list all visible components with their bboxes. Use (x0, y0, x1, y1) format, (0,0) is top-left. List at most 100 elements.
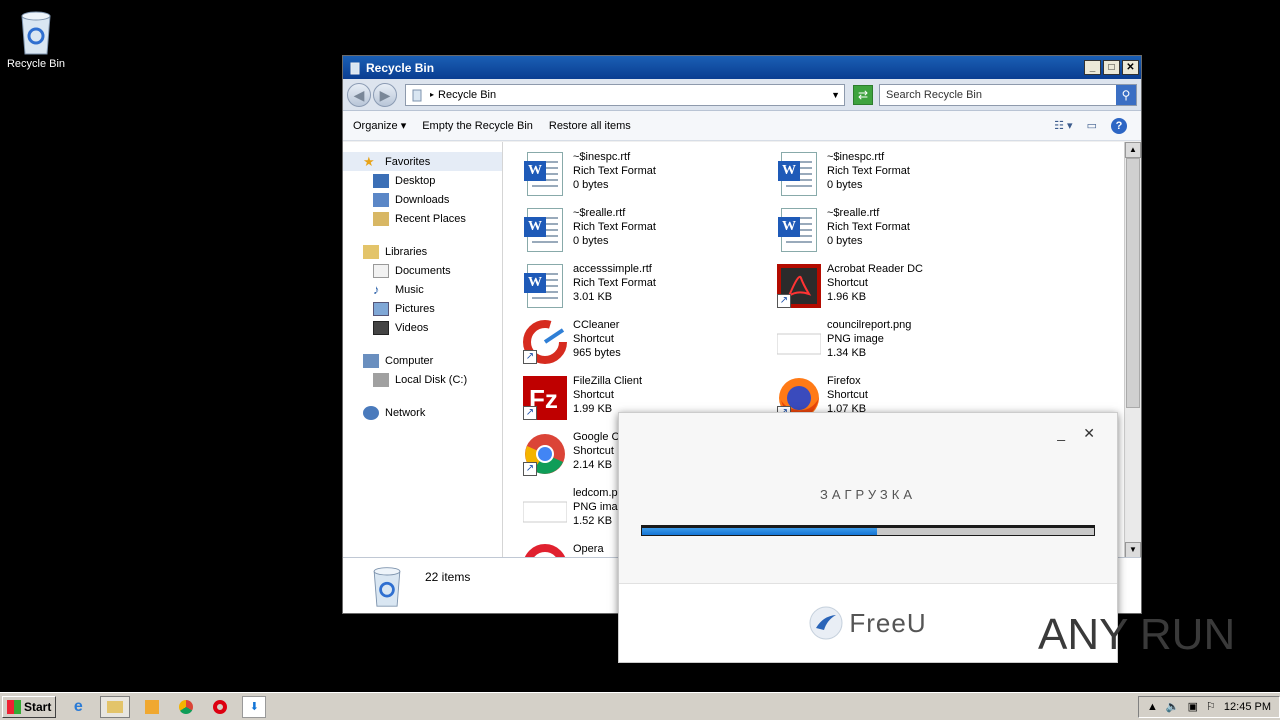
scroll-thumb[interactable] (1126, 158, 1140, 408)
clock[interactable]: 12:45 PM (1224, 701, 1271, 713)
nav-desktop[interactable]: Desktop (343, 171, 502, 190)
brand-name: FreeU (849, 607, 927, 638)
navigation-pane: ★ Favorites Desktop Downloads Recent Pla… (343, 142, 503, 558)
refresh-button[interactable]: ⇄ (853, 84, 873, 105)
command-bar: Organize ▾ Empty the Recycle Bin Restore… (343, 111, 1141, 141)
chrome-taskbar-icon[interactable] (174, 696, 198, 718)
volume-icon[interactable]: 🔈 (1166, 700, 1180, 713)
start-button[interactable]: Start (2, 695, 57, 718)
item-count: 22 items (425, 570, 471, 584)
libraries-icon (363, 244, 379, 259)
file-item[interactable]: W ~$realle.rtf Rich Text Format 0 bytes (521, 206, 771, 258)
popup-close-button[interactable]: ✕ (1083, 425, 1095, 442)
shortcut-arrow-icon: ↗ (523, 462, 537, 476)
word-icon: W (778, 208, 817, 252)
hard-disk-icon (373, 372, 389, 387)
minimize-button[interactable]: _ (1084, 60, 1101, 75)
anyrun-watermark: ANY RUN (1038, 610, 1235, 660)
internet-explorer-icon[interactable]: e (66, 696, 90, 718)
title-bar[interactable]: Recycle Bin _ □ ✕ (343, 56, 1141, 79)
nav-downloads[interactable]: Downloads (343, 190, 502, 209)
progress-bar (641, 525, 1095, 536)
file-item[interactable]: W ~$inespc.rtf Rich Text Format 0 bytes (521, 150, 771, 202)
file-item[interactable]: councilreport.png PNG image 1.34 KB (775, 318, 1025, 370)
file-item[interactable]: W ~$realle.rtf Rich Text Format 0 bytes (775, 206, 1025, 258)
windows-logo-icon (7, 699, 21, 714)
nav-libraries[interactable]: Libraries (343, 242, 502, 261)
scroll-up-icon[interactable]: ▲ (1125, 142, 1141, 158)
file-item[interactable]: ↗ CCleaner Shortcut 965 bytes (521, 318, 771, 370)
maximize-button[interactable]: □ (1103, 60, 1120, 75)
file-item[interactable]: ↗ Acrobat Reader DC Shortcut 1.96 KB (775, 262, 1025, 314)
preview-pane-icon[interactable]: ▭ (1087, 119, 1097, 132)
recycle-bin-large-icon (373, 567, 401, 607)
window-title: Recycle Bin (366, 60, 435, 75)
breadcrumb[interactable]: Recycle Bin (438, 89, 831, 101)
back-button[interactable]: ◀ (347, 82, 371, 107)
loading-title: ЗАГРУЗКА (819, 487, 917, 502)
popup-minimize-button[interactable]: _ (1057, 425, 1065, 441)
shortcut-arrow-icon: ↗ (777, 294, 791, 308)
nav-local-disk[interactable]: Local Disk (C:) (343, 370, 502, 389)
network-tray-icon[interactable]: ▣ (1188, 700, 1198, 713)
opera-icon (524, 544, 566, 558)
recycle-bin-icon (21, 11, 51, 55)
pictures-icon (373, 301, 389, 316)
nav-recent-places[interactable]: Recent Places (343, 209, 502, 228)
star-icon: ★ (363, 153, 375, 169)
music-icon: ♪ (373, 281, 380, 297)
address-bar[interactable]: ▸ Recycle Bin ▼ (405, 83, 845, 106)
videos-icon (373, 320, 389, 335)
explorer-taskbar-icon[interactable] (100, 695, 131, 718)
help-icon[interactable]: ? (1111, 117, 1127, 134)
address-row: ◀ ▶ ▸ Recycle Bin ▼ ⇄ Search Recycle Bin… (343, 79, 1141, 111)
nav-favorites[interactable]: ★ Favorites (343, 152, 502, 171)
desktop-icon (373, 173, 389, 188)
shortcut-arrow-icon: ↗ (523, 406, 537, 420)
progress-fill (642, 528, 878, 535)
desktop-recycle-bin-label: Recycle Bin (6, 58, 66, 70)
desktop-recycle-bin[interactable]: Recycle Bin (6, 8, 66, 70)
nav-network[interactable]: Network (343, 403, 502, 422)
network-icon (363, 405, 379, 420)
restore-all-button[interactable]: Restore all items (549, 120, 631, 132)
nav-documents[interactable]: Documents (343, 261, 502, 280)
word-icon: W (524, 152, 563, 196)
freeu-logo-icon (809, 606, 843, 640)
search-placeholder: Search Recycle Bin (886, 88, 982, 101)
recent-places-icon (373, 211, 389, 226)
forward-button[interactable]: ▶ (373, 82, 397, 107)
close-button[interactable]: ✕ (1122, 60, 1139, 75)
downloader-taskbar-icon[interactable]: ⬇ (242, 695, 267, 718)
nav-videos[interactable]: Videos (343, 318, 502, 337)
chevron-down-icon[interactable]: ▼ (831, 90, 840, 100)
action-center-flag-icon[interactable]: ⚐ (1206, 700, 1216, 713)
chevron-right-icon: ▸ (430, 90, 435, 99)
shortcut-arrow-icon: ↗ (523, 350, 537, 364)
tray-arrow-icon[interactable]: ▲ (1147, 701, 1158, 713)
file-item[interactable]: W accesssimple.rtf Rich Text Format 3.01 K… (521, 262, 771, 314)
documents-icon (373, 263, 389, 278)
word-icon: W (778, 152, 817, 196)
nav-pictures[interactable]: Pictures (343, 299, 502, 318)
word-icon: W (524, 208, 563, 252)
scroll-down-icon[interactable]: ▼ (1125, 542, 1141, 558)
empty-recycle-bin-button[interactable]: Empty the Recycle Bin (422, 120, 533, 132)
file-item[interactable]: W ~$inespc.rtf Rich Text Format 0 bytes (775, 150, 1025, 202)
view-options-icon[interactable]: ☷ ▾ (1054, 119, 1072, 132)
png-icon (777, 333, 821, 355)
nav-computer[interactable]: Computer (343, 351, 502, 370)
system-tray: ▲ 🔈 ▣ ⚐ 12:45 PM (1138, 695, 1280, 718)
opera-taskbar-icon[interactable] (208, 696, 232, 718)
media-player-icon[interactable] (140, 696, 164, 718)
vertical-scrollbar[interactable]: ▲ ▼ (1124, 142, 1141, 558)
recycle-bin-small-icon (350, 62, 360, 74)
organize-button[interactable]: Organize ▾ (353, 119, 406, 132)
png-icon (523, 501, 567, 523)
computer-icon (363, 353, 379, 368)
nav-music[interactable]: ♪ Music (343, 280, 502, 299)
search-input[interactable]: Search Recycle Bin ⚲ (879, 83, 1137, 106)
search-icon[interactable]: ⚲ (1116, 84, 1136, 105)
recycle-bin-address-icon (412, 89, 422, 101)
taskbar: Start e ⬇ ▲ 🔈 ▣ ⚐ 12:45 PM (0, 692, 1280, 720)
